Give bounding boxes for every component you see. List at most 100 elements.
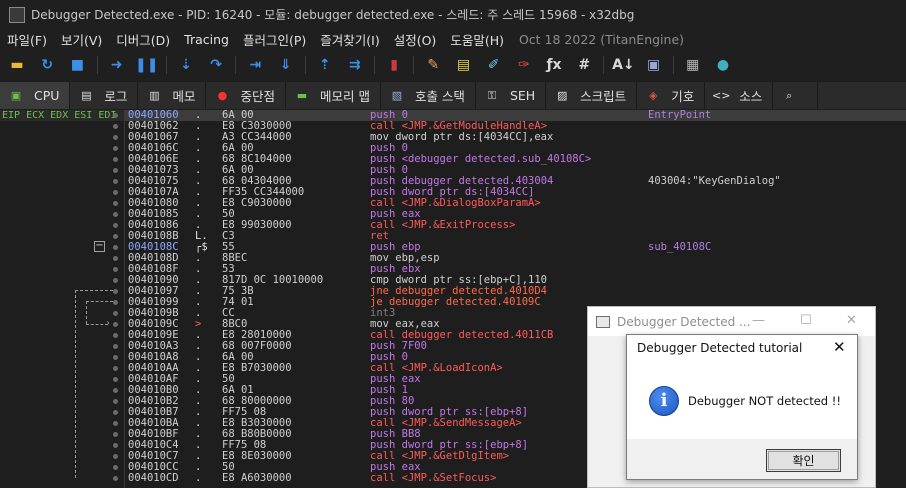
menu-item[interactable]: 보기(V) (54, 30, 109, 49)
menu-item[interactable]: 즐겨찾기(I) (313, 30, 386, 49)
breakpoint-dot-icon[interactable] (113, 245, 118, 250)
tab-label: 메모 (172, 89, 196, 104)
instruction-mnemonic: call (370, 472, 396, 484)
breakpoint-dot-icon[interactable] (113, 135, 118, 140)
tab-memory-map[interactable]: ▬ 메모리 맵 (286, 82, 381, 109)
breakpoint-dot-icon[interactable] (113, 388, 118, 393)
menu-item[interactable]: 디버그(D) (109, 30, 177, 49)
run-icon[interactable]: ➜ (106, 54, 128, 76)
collapse-function-icon[interactable]: − (94, 241, 105, 252)
instruction-operands: <debugger detected.sub_40108C> (395, 153, 592, 165)
tab-breakpoint[interactable]: ● 중단점 (206, 82, 286, 109)
breakpoint-dot-icon[interactable] (113, 168, 118, 173)
maximize-icon[interactable]: ☐ (800, 313, 812, 328)
breakpoint-dot-icon[interactable] (113, 146, 118, 151)
breakpoint-dot-icon[interactable] (113, 333, 118, 338)
breakpoint-dot-icon[interactable] (113, 465, 118, 470)
restart-icon[interactable]: ↻ (36, 54, 58, 76)
dialog-app-icon (596, 315, 610, 328)
breakpoint-dot-icon[interactable] (113, 300, 118, 305)
memory-icon[interactable]: ▣ (643, 54, 665, 76)
breakpoint-dot-icon[interactable] (113, 212, 118, 217)
disasm-row[interactable]: 00401086. E8 99030000 call <JMP.&ExitProce… (113, 220, 906, 231)
stop-icon[interactable]: ■ (66, 54, 88, 76)
breakpoint-dot-icon[interactable] (113, 476, 118, 481)
trace-into-icon[interactable]: ⇥ (244, 54, 266, 76)
bookmarks-icon[interactable]: ✑ (513, 54, 535, 76)
symbols-icon: ◈ (648, 89, 658, 102)
breakpoint-dot-icon[interactable] (113, 278, 118, 283)
patch-icon[interactable]: ✎ (422, 54, 444, 76)
breakpoint-dot-icon[interactable] (113, 157, 118, 162)
minimize-icon[interactable]: — (752, 313, 765, 328)
breakpoint-dot-icon[interactable] (113, 344, 118, 349)
breakpoint-dot-icon[interactable] (113, 113, 118, 118)
scylla-icon[interactable]: ▮ (383, 54, 405, 76)
breakpoint-dot-icon[interactable] (113, 190, 118, 195)
labels-icon[interactable]: ✐ (483, 54, 505, 76)
close-icon[interactable]: ✕ (833, 338, 846, 356)
tab-seh[interactable]: ⚿ SEH (476, 82, 547, 109)
variables-icon[interactable]: # (573, 54, 595, 76)
breakpoint-dot-icon[interactable] (113, 421, 118, 426)
flow-marker: . (195, 472, 202, 484)
instruction-comment: 403004:"KeyGenDialog" (648, 175, 781, 187)
tab-cpu[interactable]: ▣ CPU (0, 82, 71, 109)
functions-icon[interactable]: ƒx (543, 54, 565, 76)
calculator-icon[interactable]: ▦ (682, 54, 704, 76)
register-pane[interactable]: EIP ECX EDX ESI EDI − › (0, 110, 125, 488)
globe-icon[interactable]: ● (712, 54, 734, 76)
toolbar-separator (672, 55, 674, 74)
menu-item[interactable]: 파일(F) (0, 30, 54, 49)
breakpoint-dot-icon[interactable] (113, 234, 118, 239)
breakpoint-dot-icon[interactable] (113, 410, 118, 415)
breakpoint-dot-icon[interactable] (113, 223, 118, 228)
breakpoint-dot-icon[interactable] (113, 256, 118, 261)
menu-item[interactable]: 도움말(H) (443, 30, 511, 49)
instruction-address: 004010CD (128, 472, 179, 484)
window-title: Debugger Detected.exe - PID: 16240 - 모듈:… (31, 8, 635, 22)
toolbar: ▬ ↻ ■ ➜ ❚❚ ⇣ ↷ ⇥ ⇓ ⇡ ⇉ ▮ ✎ ▤ ✐ ✑ ƒx # A↓ ▣ ▦ ● (0, 49, 906, 80)
breakpoint-dot-icon[interactable] (113, 355, 118, 360)
tab-symbols[interactable]: ◈ 기호 (637, 82, 706, 109)
disasm-row[interactable]: 0040108B L. C3 ret (113, 231, 906, 242)
breakpoint-dot-icon[interactable] (113, 366, 118, 371)
breakpoint-dot-icon[interactable] (113, 399, 118, 404)
step-over-icon[interactable]: ↷ (205, 54, 227, 76)
tab-script[interactable]: ▨ 스크립트 (546, 82, 638, 109)
menu-item[interactable]: 설정(O) (387, 30, 444, 49)
tab-source[interactable]: <> 소스 (705, 82, 774, 109)
breakpoint-dot-icon[interactable] (113, 267, 118, 272)
disasm-row[interactable]: 00401080. E8 C9030000 call <JMP.&DialogBox… (113, 198, 906, 209)
tab-notes[interactable]: ▥ 메모 (138, 82, 207, 109)
tab-search[interactable]: ⌕ (773, 82, 819, 109)
tab-log[interactable]: ▤ 로그 (70, 82, 139, 109)
breakpoint-dot-icon[interactable] (113, 179, 118, 184)
ok-button[interactable]: 확인 (766, 449, 841, 472)
strings-icon[interactable]: A↓ (612, 54, 635, 76)
disasm-row[interactable]: 0040108D. 8BEC mov ebp,esp (113, 253, 906, 264)
trace-over-icon[interactable]: ⇓ (275, 54, 297, 76)
execute-till-return-icon[interactable]: ⇡ (314, 54, 336, 76)
breakpoint-dot-icon[interactable] (113, 201, 118, 206)
run-to-user-code-icon[interactable]: ⇉ (344, 54, 366, 76)
breakpoint-dot-icon[interactable] (113, 289, 118, 294)
message-box[interactable]: Debugger Detected tutorial ✕ i Debugger … (626, 334, 858, 480)
breakpoint-dot-icon[interactable] (113, 432, 118, 437)
step-into-icon[interactable]: ⇣ (175, 54, 197, 76)
breakpoint-dot-icon[interactable] (113, 377, 118, 382)
breakpoint-dot-icon[interactable] (113, 311, 118, 316)
tab-label: 소스 (739, 89, 763, 104)
breakpoint-dot-icon[interactable] (113, 443, 118, 448)
open-icon[interactable]: ▬ (6, 54, 28, 76)
menu-item[interactable]: Tracing (177, 32, 236, 47)
tab-call-stack[interactable]: ▧ 호출 스택 (381, 82, 476, 109)
breakpoint-dot-icon[interactable] (113, 322, 118, 327)
breakpoint-dot-icon[interactable] (113, 454, 118, 459)
memory-map-icon: ▬ (296, 89, 308, 102)
comments-icon[interactable]: ▤ (452, 54, 474, 76)
menu-item[interactable]: 플러그인(P) (236, 30, 313, 49)
breakpoint-dot-icon[interactable] (113, 124, 118, 129)
close-icon[interactable]: ✕ (846, 313, 857, 328)
pause-icon[interactable]: ❚❚ (135, 54, 158, 76)
